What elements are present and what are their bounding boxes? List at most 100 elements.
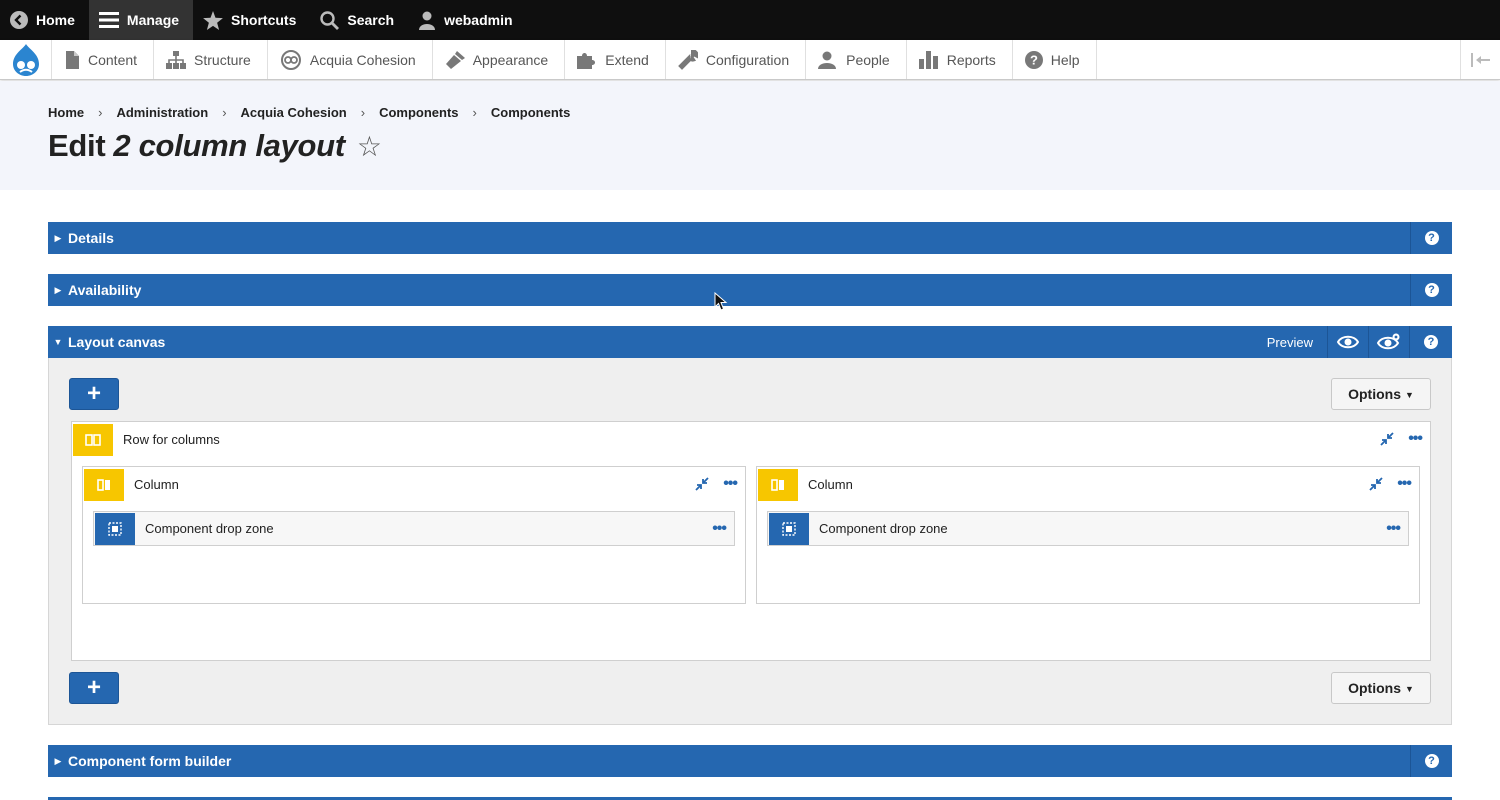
options-dropdown-bottom[interactable]: Options ▼ <box>1331 672 1431 704</box>
add-element-button-top[interactable]: + <box>69 378 119 410</box>
breadcrumb-administration[interactable]: Administration <box>116 105 208 120</box>
collapse-tray-icon[interactable] <box>1460 40 1500 79</box>
column-element-left[interactable]: Column ••• Component drop zone ••• <box>82 466 746 604</box>
breadcrumb-separator: › <box>98 105 103 120</box>
breadcrumb-components[interactable]: Components <box>379 105 458 120</box>
add-element-button-bottom[interactable]: + <box>69 672 119 704</box>
collapse-arrows-icon[interactable] <box>695 477 709 491</box>
page-title: Edit 2 column layout ☆ <box>48 128 382 164</box>
tray-item-label: Appearance <box>472 51 549 68</box>
toolbar-user-label: webadmin <box>444 12 513 28</box>
puzzle-icon <box>577 51 597 69</box>
tray-item-content[interactable]: Content <box>52 40 155 79</box>
hamburger-icon <box>98 11 119 29</box>
tray-item-people[interactable]: People <box>806 40 907 79</box>
tray-item-reports[interactable]: Reports <box>907 40 1013 79</box>
layout-canvas-section[interactable]: ▼ Layout canvas Preview ? <box>48 326 1452 358</box>
columns-icon[interactable] <box>758 468 798 501</box>
layout-canvas: + Options ▼ Row for columns ••• Column •… <box>48 358 1452 725</box>
more-dots-icon[interactable]: ••• <box>723 476 738 492</box>
drupal-logo-icon[interactable] <box>0 40 52 79</box>
tray-item-acquia-cohesion[interactable]: Acquia Cohesion <box>268 40 433 79</box>
more-dots-icon[interactable]: ••• <box>1397 476 1412 492</box>
tray-item-help[interactable]: ? Help <box>1013 40 1097 79</box>
tray-item-configuration[interactable]: Configuration <box>666 40 807 79</box>
document-icon <box>64 50 80 69</box>
page-header: Home › Administration › Acquia Cohesion … <box>0 81 1500 190</box>
eye-settings-icon[interactable] <box>1369 326 1410 358</box>
eye-icon[interactable] <box>1328 326 1369 358</box>
row-for-columns-element[interactable]: Row for columns ••• Column ••• Component… <box>71 421 1431 661</box>
tray-item-label: Configuration <box>705 51 790 68</box>
columns-icon[interactable] <box>84 468 124 501</box>
details-title[interactable]: Details <box>68 230 1410 246</box>
triangle-down-icon: ▼ <box>53 337 63 347</box>
mouse-cursor-icon <box>714 291 728 317</box>
dropzone-label: Component drop zone <box>819 521 948 536</box>
tray-item-label: Reports <box>946 51 996 68</box>
back-circle-icon <box>10 11 28 29</box>
breadcrumb-separator: › <box>472 105 477 120</box>
toolbar-search[interactable]: Search <box>310 0 408 40</box>
dropzone-icon <box>769 513 809 545</box>
preview-label[interactable]: Preview <box>1253 326 1328 358</box>
options-label: Options <box>1348 680 1401 696</box>
availability-section[interactable]: ▶ Availability ? <box>48 274 1452 306</box>
cohesion-icon <box>280 49 302 70</box>
toolbar-shortcuts-label: Shortcuts <box>231 12 297 28</box>
more-dots-icon[interactable]: ••• <box>712 520 727 537</box>
component-drop-zone-left[interactable]: Component drop zone ••• <box>93 511 735 546</box>
dropzone-icon <box>95 513 135 545</box>
collapse-arrows-icon[interactable] <box>1369 477 1383 491</box>
component-drop-zone-right[interactable]: Component drop zone ••• <box>767 511 1409 546</box>
layout-canvas-help-button[interactable]: ? <box>1410 326 1452 358</box>
details-help-button[interactable]: ? <box>1410 222 1452 254</box>
caret-down-icon: ▼ <box>1404 683 1414 694</box>
more-dots-icon[interactable]: ••• <box>1386 520 1401 537</box>
tray-item-extend[interactable]: Extend <box>565 40 666 79</box>
details-section[interactable]: ▶ Details ? <box>48 222 1452 254</box>
tray-item-label: Help <box>1050 51 1080 68</box>
tray-item-structure[interactable]: Structure <box>154 40 268 79</box>
options-dropdown-top[interactable]: Options ▼ <box>1331 378 1431 410</box>
form-builder-help-button[interactable]: ? <box>1410 745 1452 777</box>
toolbar-user[interactable]: webadmin <box>408 0 526 40</box>
column-element-right[interactable]: Column ••• Component drop zone ••• <box>756 466 1420 604</box>
layout-canvas-title[interactable]: Layout canvas <box>68 334 1253 350</box>
breadcrumb-acquia-cohesion[interactable]: Acquia Cohesion <box>241 105 347 120</box>
column-header: Column ••• <box>757 467 1419 501</box>
form-builder-title[interactable]: Component form builder <box>68 753 1410 769</box>
breadcrumb-home[interactable]: Home <box>48 105 84 120</box>
svg-text:?: ? <box>1030 52 1038 67</box>
wrench-icon <box>677 49 698 70</box>
tray-item-label: Structure <box>194 51 251 68</box>
people-icon <box>818 51 838 69</box>
tray-item-label: Acquia Cohesion <box>309 51 416 68</box>
tray-item-appearance[interactable]: Appearance <box>433 40 566 79</box>
toolbar-manage[interactable]: Manage <box>88 0 194 40</box>
breadcrumb-components-current[interactable]: Components <box>491 105 570 120</box>
component-form-builder-section[interactable]: ▶ Component form builder ? <box>48 745 1452 777</box>
triangle-right-icon: ▶ <box>54 284 62 295</box>
bar-chart-icon <box>918 50 939 69</box>
user-icon <box>418 11 436 30</box>
column-label[interactable]: Column <box>134 477 695 492</box>
row-label[interactable]: Row for columns <box>123 432 1380 447</box>
favorite-star-icon[interactable]: ☆ <box>357 130 382 163</box>
collapse-arrows-icon[interactable] <box>1380 432 1394 446</box>
toolbar-search-label: Search <box>347 12 395 28</box>
availability-title[interactable]: Availability <box>68 282 1410 298</box>
availability-help-button[interactable]: ? <box>1410 274 1452 306</box>
help-icon: ? <box>1424 754 1439 768</box>
columns-icon[interactable] <box>73 423 113 456</box>
breadcrumb: Home › Administration › Acquia Cohesion … <box>48 105 570 120</box>
page-title-name: 2 column layout <box>113 128 345 163</box>
toolbar-shortcuts[interactable]: Shortcuts <box>193 0 310 40</box>
help-icon: ? <box>1024 50 1043 69</box>
column-label[interactable]: Column <box>808 477 1369 492</box>
toolbar-home[interactable]: Home <box>0 0 89 40</box>
breadcrumb-separator: › <box>222 105 227 120</box>
more-dots-icon[interactable]: ••• <box>1408 431 1423 447</box>
column-header: Column ••• <box>83 467 745 501</box>
caret-down-icon: ▼ <box>1404 389 1414 400</box>
